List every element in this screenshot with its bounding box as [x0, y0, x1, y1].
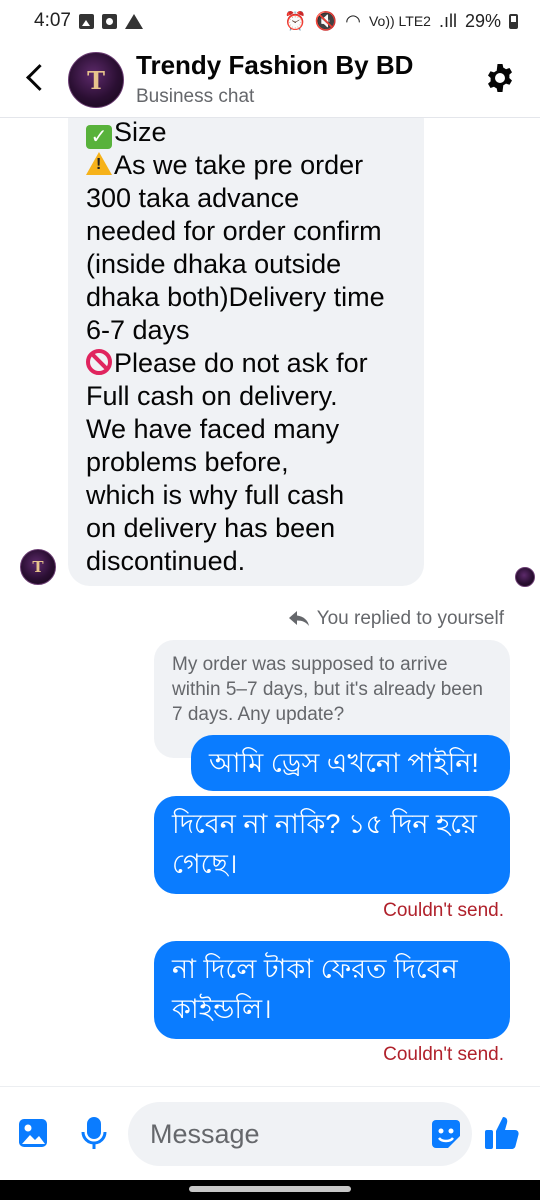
outgoing-message-bubble[interactable]: আমি ড্রেস এখনো পাইনি! — [191, 735, 510, 791]
battery-icon — [509, 13, 518, 29]
status-bar: 4:07 ⏰ 🔇 ◠ Vo)) LTE2 .ıll 29% — [0, 0, 540, 42]
status-left: 4:07 — [34, 10, 143, 32]
alarm-icon: ⏰ — [284, 10, 307, 31]
message-text: না দিলে টাকা ফেরত দিবেন কাইন্ডলি। — [172, 954, 458, 1024]
reply-icon — [288, 611, 309, 626]
check-mark-icon: ✓ — [86, 125, 112, 149]
send-error-status[interactable]: Couldn't send. — [383, 1044, 504, 1066]
message-input[interactable] — [150, 1102, 410, 1166]
quoted-text: My order was supposed to arrive within 5… — [172, 654, 483, 725]
battery-text: 29% — [464, 10, 501, 31]
status-time: 4:07 — [34, 10, 71, 31]
warning-icon — [124, 13, 143, 29]
contact-subtitle: Business chat — [136, 86, 255, 107]
message-input-container[interactable] — [128, 1102, 472, 1166]
message-line: discontinued. — [86, 546, 246, 576]
message-line: on delivery has been — [86, 513, 336, 543]
message-list[interactable]: ✓Size As we take pre order 300 taka adva… — [0, 118, 540, 1086]
message-line: Full cash on delivery. — [86, 381, 338, 411]
emoji-button[interactable] — [426, 1114, 466, 1154]
sticker-icon — [432, 1120, 460, 1148]
gear-icon — [488, 64, 512, 92]
prohibited-icon — [86, 349, 112, 375]
notification-icon — [101, 13, 117, 29]
message-line: problems before, — [86, 447, 289, 477]
gallery-button[interactable] — [14, 1113, 54, 1153]
thumbs-up-icon — [485, 1117, 519, 1149]
home-handle[interactable] — [189, 1186, 351, 1192]
wifi-icon: ◠ — [345, 10, 361, 31]
mute-icon: 🔇 — [314, 10, 338, 31]
seen-avatar — [515, 567, 535, 587]
contact-avatar[interactable]: T — [68, 52, 124, 108]
message-line: We have faced many — [86, 414, 340, 444]
network-label: Vo)) LTE2 — [368, 13, 431, 29]
status-right: ⏰ 🔇 ◠ Vo)) LTE2 .ıll 29% — [284, 11, 518, 32]
avatar-initial: T — [87, 65, 105, 95]
reply-indicator: You replied to yourself — [288, 608, 504, 630]
message-line: 6-7 days — [86, 315, 190, 345]
outgoing-message-bubble[interactable]: দিবেন না নাকি? ১৫ দিন হয়ে গেছে। — [154, 796, 510, 894]
message-line: ✓ Size — [86, 118, 410, 149]
outgoing-message-bubble[interactable]: না দিলে টাকা ফেরত দিবেন কাইন্ডলি। — [154, 941, 510, 1039]
message-text: আমি ড্রেস এখনো পাইনি! — [209, 748, 479, 778]
send-error-status[interactable]: Couldn't send. — [383, 900, 504, 922]
message-line: (inside dhaka outside — [86, 249, 342, 279]
message-line: Please do not ask for — [86, 347, 410, 380]
microphone-icon — [81, 1117, 107, 1149]
photo-icon — [78, 13, 94, 29]
like-button[interactable] — [482, 1113, 522, 1153]
contact-name[interactable]: Trendy Fashion By BD — [136, 50, 413, 81]
warning-emoji-icon — [86, 152, 112, 175]
voice-button[interactable] — [74, 1113, 114, 1153]
message-line: needed for order confirm — [86, 216, 382, 246]
incoming-message-bubble[interactable]: ✓Size As we take pre order 300 taka adva… — [68, 118, 424, 586]
system-navigation-bar — [0, 1180, 540, 1200]
back-button[interactable] — [22, 58, 50, 98]
sender-avatar[interactable]: T — [20, 549, 56, 585]
image-icon — [19, 1119, 47, 1147]
reply-label: You replied to yourself — [316, 608, 504, 629]
settings-button[interactable] — [484, 62, 516, 94]
message-line: As we take pre order — [86, 149, 410, 182]
message-line: which is why full cash — [86, 480, 345, 510]
chat-header: T Trendy Fashion By BD Business chat — [0, 42, 540, 118]
message-composer — [0, 1086, 540, 1180]
signal-icon: .ıll — [438, 10, 457, 31]
message-line: dhaka both)Delivery time — [86, 282, 385, 312]
message-text: দিবেন না নাকি? ১৫ দিন হয়ে গেছে। — [172, 809, 477, 879]
message-line: 300 taka advance — [86, 183, 300, 213]
